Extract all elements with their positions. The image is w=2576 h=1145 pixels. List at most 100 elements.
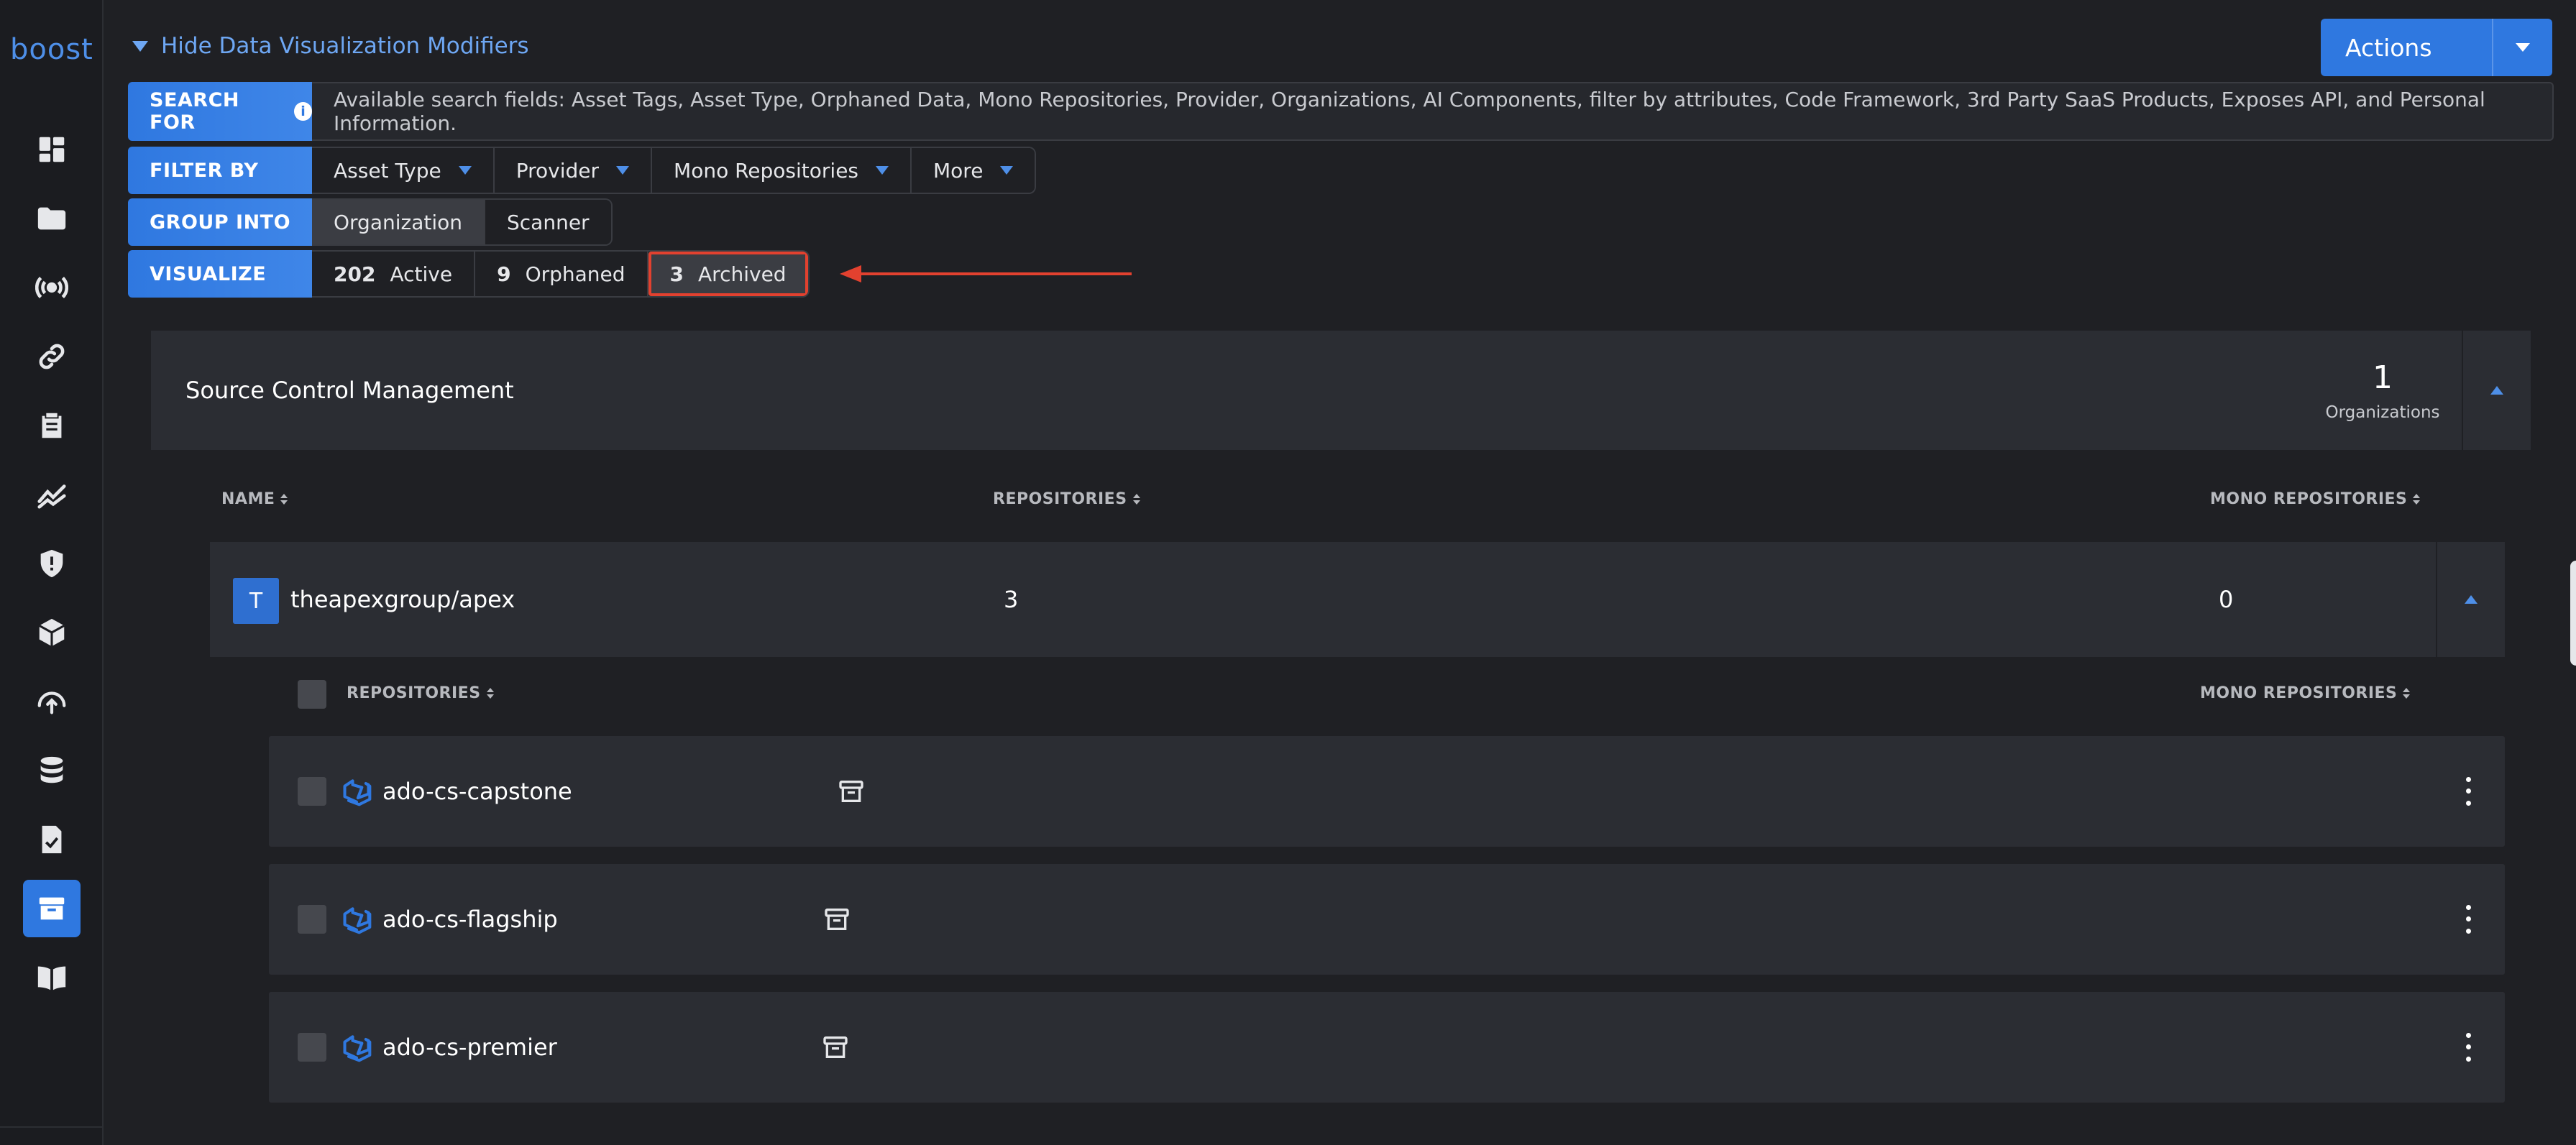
book-icon[interactable] — [23, 949, 81, 1006]
column-name[interactable]: NAME — [221, 490, 288, 508]
archive-icon[interactable] — [23, 880, 81, 937]
visualize-orphaned[interactable]: 9 Orphaned — [475, 252, 648, 296]
caret-down-icon — [1000, 166, 1014, 175]
visualize-row: VISUALIZE 202 Active 9 Orphaned 3 Archived — [128, 250, 810, 298]
trend-icon[interactable] — [23, 466, 81, 523]
org-mono-repositories-count: 0 — [2219, 586, 2234, 613]
orphaned-label: Orphaned — [525, 262, 625, 286]
sort-icon — [280, 494, 288, 505]
select-all-checkbox[interactable] — [298, 680, 326, 709]
actions-dropdown-toggle[interactable] — [2492, 19, 2552, 76]
info-icon[interactable]: i — [294, 102, 312, 121]
group-row: GROUP INTO Organization Scanner — [128, 198, 613, 246]
dashboard-icon[interactable] — [23, 121, 81, 178]
visualize-chips: 202 Active 9 Orphaned 3 Archived — [312, 250, 810, 298]
more-options-icon[interactable] — [2465, 773, 2472, 809]
visualize-label: VISUALIZE — [128, 250, 312, 298]
row-checkbox[interactable] — [298, 905, 326, 934]
scm-title: Source Control Management — [185, 377, 514, 404]
sort-icon — [2413, 494, 2421, 505]
repository-row[interactable]: ado-cs-capstone — [269, 736, 2505, 847]
active-label: Active — [390, 262, 453, 286]
sidebar-footer — [0, 1126, 104, 1145]
org-repositories-count: 3 — [1004, 586, 1019, 613]
group-scanner[interactable]: Scanner — [485, 200, 611, 244]
search-input[interactable]: Available search fields: Asset Tags, Ass… — [312, 82, 2554, 141]
folder-icon[interactable] — [23, 190, 81, 247]
visualize-active[interactable]: 202 Active — [312, 252, 476, 296]
archived-label: Archived — [698, 262, 787, 286]
row-checkbox[interactable] — [298, 777, 326, 806]
more-options-icon[interactable] — [2465, 1029, 2472, 1065]
repository-row[interactable]: ado-cs-premier — [269, 992, 2505, 1103]
group-organization[interactable]: Organization — [312, 200, 486, 244]
column-repo-mono-repositories[interactable]: MONO REPOSITORIES — [2200, 684, 2411, 702]
azure-devops-icon — [343, 779, 372, 806]
azure-devops-icon — [343, 907, 372, 934]
actions-label: Actions — [2345, 33, 2432, 62]
archived-icon — [839, 781, 863, 802]
column-repositories-label: REPOSITORIES — [993, 490, 1127, 508]
repository-row[interactable]: ado-cs-flagship — [269, 864, 2505, 975]
column-repo-mono-repositories-label: MONO REPOSITORIES — [2200, 684, 2398, 702]
column-repo-repositories[interactable]: REPOSITORIES — [347, 684, 494, 702]
org-avatar: T — [233, 578, 279, 624]
row-checkbox[interactable] — [298, 1033, 326, 1062]
caret-down-icon — [458, 166, 472, 175]
side-panel-tab[interactable] — [2570, 561, 2576, 666]
column-repositories[interactable]: REPOSITORIES — [993, 490, 1140, 508]
hide-modifiers-toggle[interactable]: Hide Data Visualization Modifiers — [132, 33, 529, 59]
search-row: SEARCH FOR i Available search fields: As… — [128, 82, 2554, 141]
sort-icon — [2403, 688, 2411, 699]
shield-icon[interactable] — [23, 535, 81, 592]
source-control-management-card[interactable]: Source Control Management 1 Organization… — [151, 331, 2531, 450]
triangle-down-icon — [132, 40, 148, 52]
search-for-label: SEARCH FOR i — [128, 82, 312, 141]
hide-modifiers-label: Hide Data Visualization Modifiers — [161, 33, 529, 59]
filter-row: FILTER BY Asset Type Provider Mono Repos… — [128, 147, 1037, 194]
sort-icon — [1132, 494, 1140, 505]
clipboard-icon[interactable] — [23, 397, 81, 454]
filter-asset-type-label: Asset Type — [334, 158, 441, 183]
column-repo-repositories-label: REPOSITORIES — [347, 684, 481, 702]
filter-by-label: FILTER BY — [128, 147, 312, 194]
database-icon[interactable] — [23, 742, 81, 799]
boost-logo: boost — [10, 33, 93, 66]
organization-row[interactable]: T theapexgroup/apex 3 0 — [210, 542, 2505, 657]
link-icon[interactable] — [23, 328, 81, 385]
active-count: 202 — [334, 262, 376, 286]
caret-up-icon — [2490, 386, 2503, 395]
caret-down-icon — [616, 166, 630, 175]
scm-organizations-count: 1 Organizations — [2311, 331, 2454, 450]
annotation-arrow-head — [840, 265, 861, 282]
package-icon[interactable] — [23, 604, 81, 661]
filter-mono-repositories[interactable]: Mono Repositories — [652, 148, 912, 193]
repository-name[interactable]: ado-cs-capstone — [382, 736, 572, 847]
column-name-label: NAME — [221, 490, 275, 508]
visualize-archived[interactable]: 3 Archived — [648, 252, 808, 296]
scm-collapse-button[interactable] — [2462, 331, 2531, 450]
filter-mono-repositories-label: Mono Repositories — [674, 158, 859, 183]
column-mono-repositories[interactable]: MONO REPOSITORIES — [2210, 490, 2421, 508]
archived-icon — [825, 909, 849, 930]
filter-provider-label: Provider — [515, 158, 600, 183]
more-options-icon[interactable] — [2465, 901, 2472, 937]
repository-name[interactable]: ado-cs-premier — [382, 992, 557, 1103]
actions-button[interactable]: Actions — [2321, 19, 2552, 76]
broadcast-icon[interactable] — [23, 259, 81, 316]
org-name: theapexgroup/apex — [290, 586, 515, 613]
archived-icon — [823, 1036, 848, 1058]
caret-down-icon — [876, 166, 889, 175]
column-mono-repositories-label: MONO REPOSITORIES — [2210, 490, 2408, 508]
scm-count-label: Organizations — [2325, 403, 2440, 422]
cloud-upload-icon[interactable] — [23, 673, 81, 730]
orphaned-count: 9 — [497, 262, 511, 286]
sidebar: boost — [0, 0, 104, 1145]
filter-provider[interactable]: Provider — [494, 148, 653, 193]
repository-name[interactable]: ado-cs-flagship — [382, 864, 558, 975]
org-collapse-button[interactable] — [2436, 542, 2505, 657]
filter-asset-type[interactable]: Asset Type — [312, 148, 495, 193]
archived-count: 3 — [669, 262, 684, 286]
document-check-icon[interactable] — [23, 811, 81, 868]
filter-more[interactable]: More — [912, 148, 1035, 193]
